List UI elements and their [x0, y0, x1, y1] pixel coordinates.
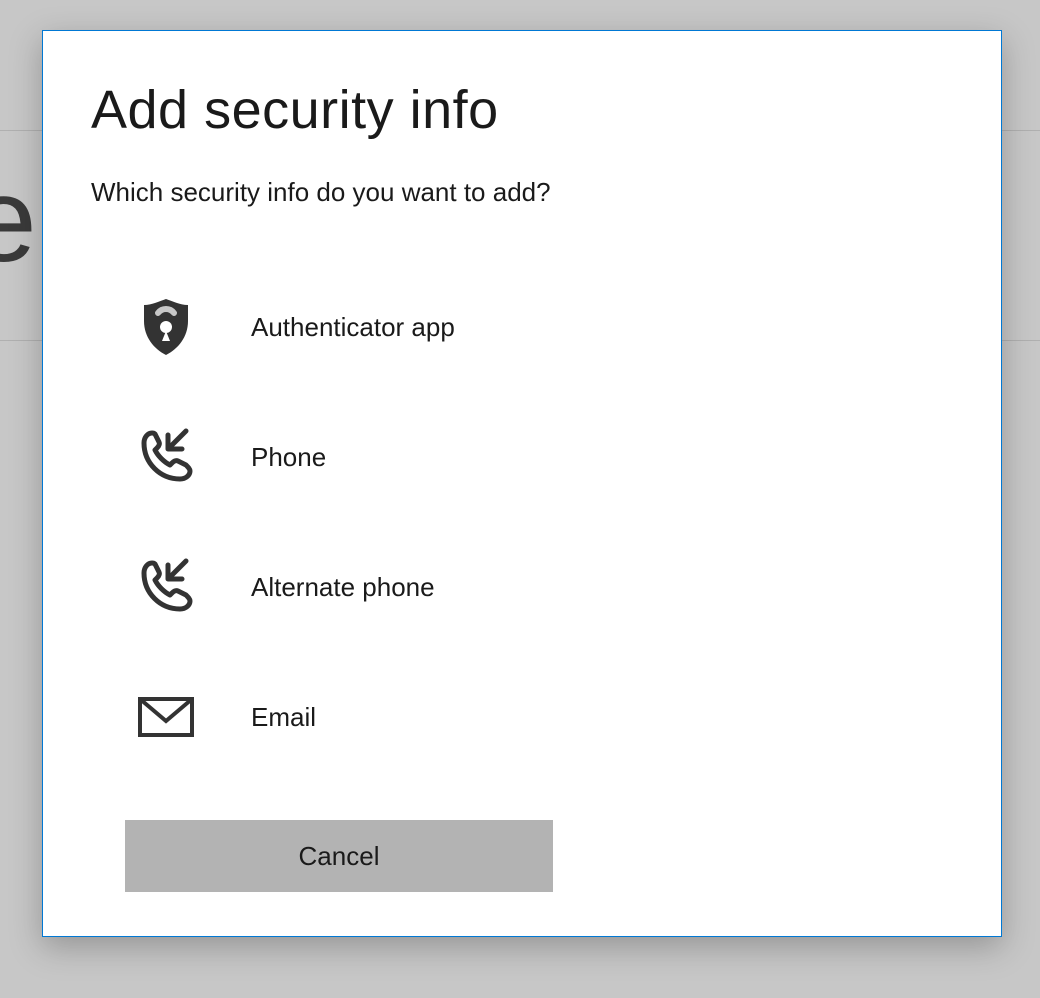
option-alternate-phone[interactable]: Alternate phone: [91, 522, 953, 652]
dialog-title: Add security info: [91, 79, 953, 141]
option-email[interactable]: Email: [91, 652, 953, 782]
option-authenticator-app[interactable]: Authenticator app: [91, 262, 953, 392]
option-label: Email: [251, 702, 316, 733]
phone-incoming-icon: [131, 422, 201, 492]
phone-incoming-icon: [131, 552, 201, 622]
option-label: Authenticator app: [251, 312, 455, 343]
add-security-info-dialog: Add security info Which security info do…: [42, 30, 1002, 937]
background-text-fragment: e: [0, 160, 37, 280]
dialog-footer: Cancel: [125, 820, 553, 892]
dialog-subtitle: Which security info do you want to add?: [91, 177, 953, 208]
option-phone[interactable]: Phone: [91, 392, 953, 522]
option-label: Phone: [251, 442, 326, 473]
authenticator-shield-icon: [131, 292, 201, 362]
email-icon: [131, 682, 201, 752]
option-label: Alternate phone: [251, 572, 435, 603]
cancel-button[interactable]: Cancel: [125, 820, 553, 892]
security-options-list: Authenticator app Phone Alternate phone: [91, 262, 953, 782]
